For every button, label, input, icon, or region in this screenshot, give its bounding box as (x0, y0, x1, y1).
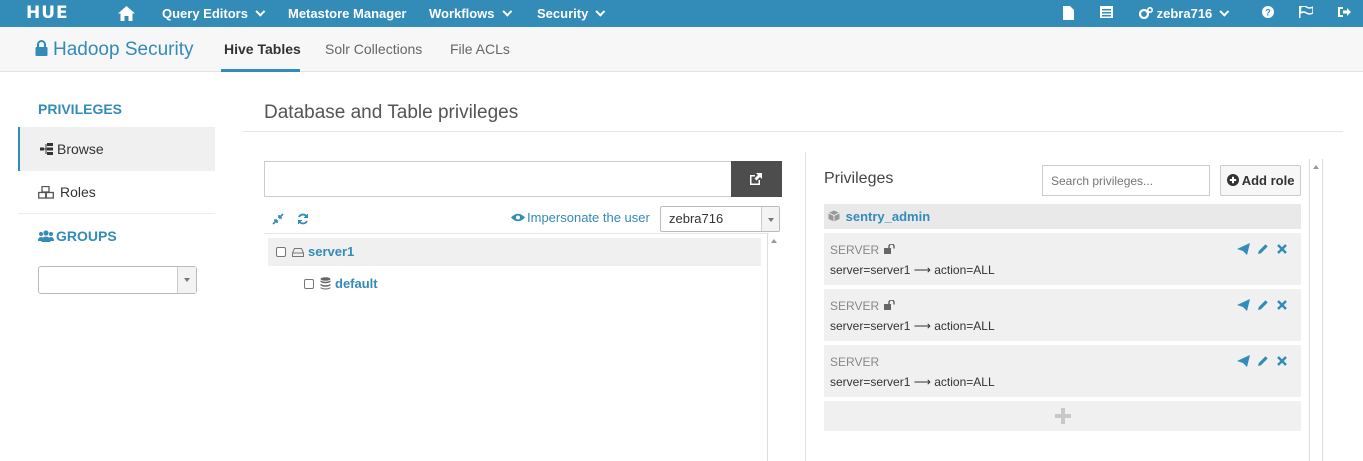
server-icon (292, 248, 304, 257)
add-privilege-button[interactable] (824, 401, 1301, 431)
groups-heading: GROUPS (38, 228, 117, 244)
plus-circle-icon (1226, 174, 1239, 186)
help-icon[interactable]: ? (1262, 0, 1274, 27)
role-header[interactable]: sentry_admin (824, 204, 1301, 229)
sidebar-item-roles[interactable]: Roles (18, 170, 215, 214)
panel-divider (805, 152, 806, 461)
lock-icon (35, 40, 48, 56)
flag-icon[interactable] (1299, 0, 1313, 27)
privileges-heading: PRIVILEGES (38, 101, 123, 117)
select-arrow[interactable] (761, 207, 779, 231)
privilege-description: server=server1 ⟶ action=ALL (830, 375, 995, 389)
privilege-type: SERVER (830, 243, 896, 257)
eye-icon (511, 213, 525, 222)
document-icon[interactable] (1063, 0, 1074, 27)
jobs-list-icon[interactable] (1100, 0, 1113, 27)
menu-query-editors[interactable]: Query Editors (162, 0, 266, 27)
home-icon[interactable] (118, 0, 135, 27)
menu-workflows[interactable]: Workflows (429, 0, 512, 27)
privilege-card: SERVER server=server1 ⟶ action=ALL (824, 233, 1301, 285)
privilege-description: server=server1 ⟶ action=ALL (830, 319, 995, 333)
delete-x-icon[interactable] (1277, 299, 1287, 314)
chevron-down-icon (255, 6, 266, 17)
collapse-icon[interactable] (272, 212, 284, 230)
username: zebra716 (1156, 6, 1213, 21)
plus-icon (1055, 408, 1071, 424)
caret-down-icon (184, 278, 190, 282)
app-title[interactable]: Hadoop Security (35, 39, 193, 61)
impersonate-user-select[interactable]: zebra716 (660, 206, 780, 232)
svg-text:?: ? (1265, 8, 1271, 18)
chevron-down-icon (595, 6, 606, 17)
add-role-button[interactable]: Add role (1220, 165, 1301, 196)
impersonate-user-value: zebra716 (669, 211, 724, 226)
privileges-search-input[interactable] (1042, 165, 1210, 196)
caret-down-icon (768, 218, 774, 222)
hue-logo[interactable]: HUE (26, 0, 69, 27)
path-input[interactable] (264, 161, 732, 197)
top-navbar: HUE Query Editors Metastore Manager Work… (0, 0, 1363, 27)
tree-node-server[interactable]: server1 (268, 238, 761, 266)
privilege-type: SERVER (830, 299, 896, 313)
cube-icon (828, 210, 840, 222)
open-path-button[interactable] (731, 161, 782, 197)
page-title: Database and Table privileges (264, 102, 519, 123)
privilege-card: SERVER server=server1 ⟶ action=ALL (824, 289, 1301, 341)
privilege-actions (1237, 299, 1291, 311)
server-checkbox[interactable] (276, 247, 286, 257)
database-icon (320, 277, 331, 290)
chevron-down-icon (1219, 6, 1230, 17)
delete-x-icon[interactable] (1277, 355, 1287, 370)
logout-icon[interactable] (1338, 0, 1351, 27)
sidebar-item-browse[interactable]: Browse (18, 127, 215, 171)
unlock-icon (884, 243, 896, 254)
tree-node-database[interactable]: default (296, 270, 378, 298)
cogs-icon (1138, 6, 1154, 20)
tab-hive-tables[interactable]: Hive Tables (224, 41, 301, 57)
impersonate-link[interactable]: Impersonate the user (511, 210, 650, 225)
delete-x-icon[interactable] (1277, 243, 1287, 258)
title-divider (243, 131, 1343, 132)
unlock-icon (884, 299, 896, 310)
role-name: sentry_admin (845, 209, 931, 224)
send-icon[interactable] (1237, 355, 1250, 370)
tab-solr-collections[interactable]: Solr Collections (325, 41, 422, 57)
server-label[interactable]: server1 (308, 244, 354, 259)
privilege-card: SERVER server=server1 ⟶ action=ALL (824, 345, 1301, 397)
cubes-icon (38, 185, 54, 199)
groups-select[interactable] (38, 266, 197, 294)
app-header: Hadoop Security Hive Tables Solr Collect… (0, 27, 1363, 72)
select-arrow[interactable] (177, 267, 196, 293)
user-menu[interactable]: zebra716 (1138, 0, 1230, 27)
send-icon[interactable] (1237, 299, 1250, 314)
privileges-title: Privileges (824, 170, 894, 187)
privilege-actions (1237, 355, 1291, 367)
sitemap-icon (40, 143, 53, 155)
menu-security[interactable]: Security (537, 0, 606, 27)
privilege-actions (1237, 243, 1291, 255)
privilege-description: server=server1 ⟶ action=ALL (830, 263, 995, 277)
external-link-icon (750, 173, 762, 185)
edit-pencil-icon[interactable] (1257, 243, 1269, 258)
scroll-up-icon[interactable] (1313, 165, 1319, 169)
privileges-scrollbar[interactable] (1309, 159, 1323, 461)
refresh-icon[interactable] (297, 212, 309, 230)
tree-scrollbar[interactable] (767, 234, 781, 461)
edit-pencil-icon[interactable] (1257, 355, 1269, 370)
send-icon[interactable] (1237, 243, 1250, 258)
active-tab-indicator (221, 69, 300, 72)
tab-file-acls[interactable]: File ACLs (450, 41, 510, 57)
database-label[interactable]: default (335, 276, 378, 291)
sidebar-divider (18, 213, 215, 214)
scroll-up-icon[interactable] (771, 239, 777, 243)
chevron-down-icon (501, 6, 512, 17)
tree-divider (264, 233, 769, 234)
database-checkbox[interactable] (304, 279, 314, 289)
group-icon (38, 230, 54, 242)
privilege-type: SERVER (830, 355, 880, 369)
edit-pencil-icon[interactable] (1257, 299, 1269, 314)
menu-metastore-manager[interactable]: Metastore Manager (288, 0, 406, 27)
